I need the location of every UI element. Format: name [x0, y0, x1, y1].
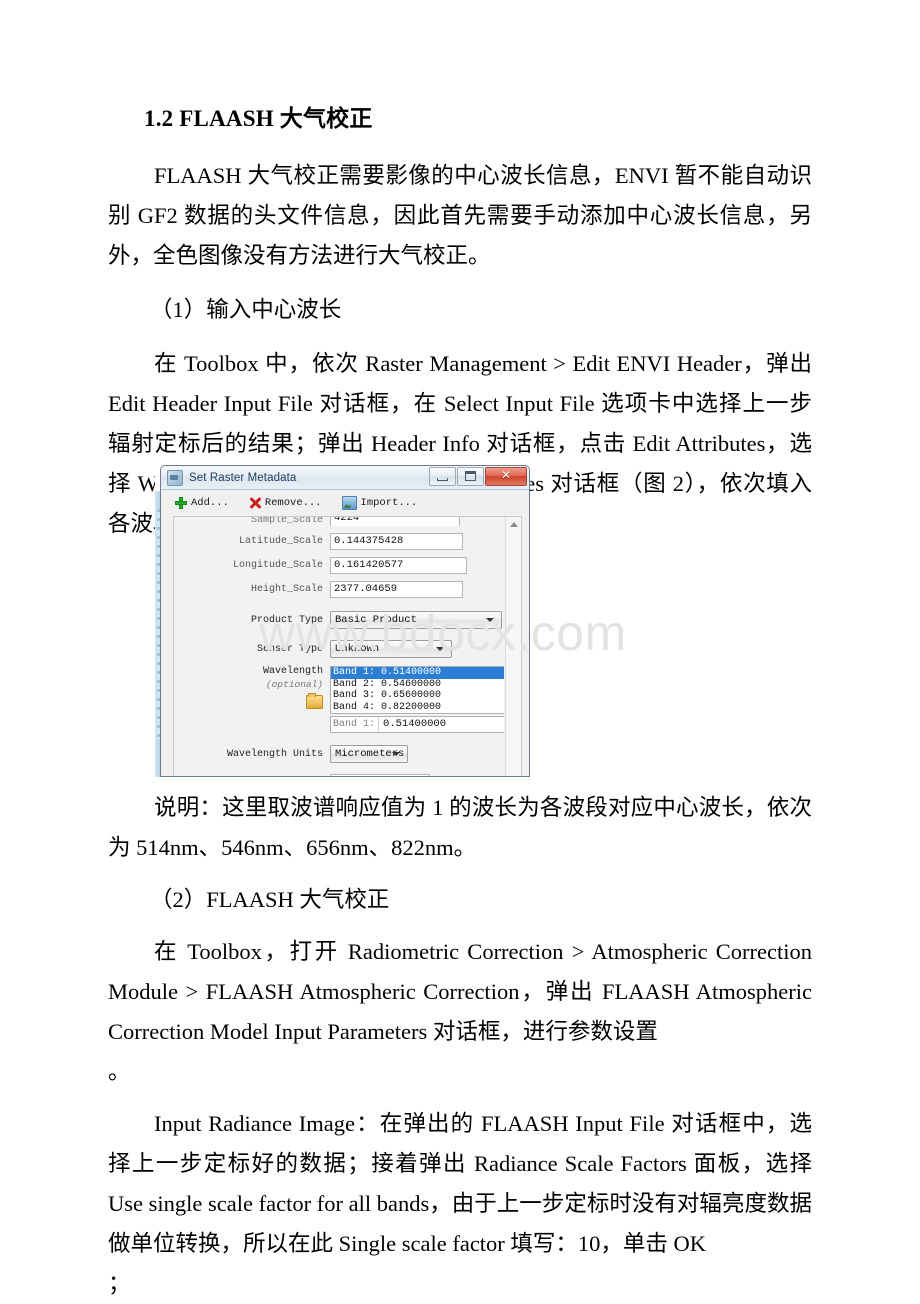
wavelength-band-label: Band 3:	[333, 690, 376, 701]
field-label-longitude-scale: Longitude_Scale	[232, 560, 323, 571]
field-wavelength: Wavelength (optional) Band 1: 0.51400000…	[174, 666, 504, 733]
minimize-icon	[437, 478, 448, 481]
field-input-latitude-scale[interactable]: 0.144375428	[330, 533, 463, 550]
step-1-title: （1）输入中心波长	[150, 297, 342, 322]
list-item[interactable]: Band 2: 0.54600000	[331, 679, 504, 691]
list-item[interactable]: Band 3: 0.65600000	[331, 690, 504, 702]
figure-set-raster-metadata: Set Raster Metadata ✕ Add... Remove... I…	[155, 465, 530, 777]
paragraph-intro: FLAASH 大气校正需要影像的中心波长信息，ENVI 暂不能自动识别 GF2 …	[108, 163, 812, 268]
minimize-button[interactable]	[429, 467, 456, 486]
wavelength-band-value: 0.65600000	[381, 690, 442, 701]
figure-canvas: Set Raster Metadata ✕ Add... Remove... I…	[155, 465, 530, 777]
import-image-icon	[341, 496, 357, 510]
field-label-sample-scale: Sample_Scale	[250, 517, 323, 526]
vertical-scrollbar[interactable]	[505, 517, 521, 776]
step-3-body: Input Radiance Image：在弹出的 FLAASH Input F…	[108, 1111, 812, 1256]
step-3-tail: ；	[108, 1271, 131, 1296]
dialog-title: Set Raster Metadata	[189, 471, 297, 484]
field-sample-scale: Sample_Scale 4224	[174, 517, 504, 526]
wavelength-band-label: Band 1:	[333, 667, 376, 678]
field-label-product-type: Product Type	[250, 614, 323, 626]
application-icon	[167, 469, 183, 486]
chevron-down-icon	[392, 752, 400, 756]
chevron-down-icon	[486, 618, 494, 622]
wavelength-value-input[interactable]: Band 1: 0.51400000	[330, 716, 504, 733]
dialog-toolbar: Add... Remove... Import...	[161, 490, 529, 516]
sensor-type-value: Unknown	[335, 643, 380, 655]
list-item[interactable]: Band 1: 0.51400000	[331, 667, 504, 679]
document-body-lower: 说明：这里取波谱响应值为 1 的波长为各波段对应中心波长，依次为 514nm、5…	[108, 788, 812, 1304]
scroll-up-button[interactable]	[506, 517, 521, 532]
chevron-down-icon	[436, 647, 444, 651]
wavelength-label-block: Wavelength (optional)	[178, 666, 330, 733]
field-label-sensor-type: Sensor Type	[256, 643, 323, 655]
chevron-up-icon	[509, 522, 518, 527]
wavelength-units-dropdown[interactable]: Micrometers	[330, 745, 408, 763]
remove-button-label: Remove...	[264, 497, 322, 509]
document-page: 1.2 FLAASH 大气校正 FLAASH 大气校正需要影像的中心波长信息，E…	[0, 0, 920, 1302]
add-button[interactable]: Add...	[175, 497, 229, 509]
plus-icon	[175, 497, 187, 509]
wavelength-list[interactable]: Band 1: 0.51400000 Band 2: 0.54600000 Ba…	[330, 666, 504, 714]
field-input-sample-scale[interactable]: 4224	[330, 517, 460, 526]
maximize-icon	[465, 471, 476, 481]
wavelength-edit-band-label: Band 1:	[333, 719, 376, 730]
x-icon	[249, 497, 261, 509]
remove-button[interactable]: Remove...	[249, 497, 322, 509]
wavelength-band-value: 0.54600000	[381, 678, 442, 690]
wavelength-label: Wavelength	[262, 666, 323, 677]
field-longitude-scale: Longitude_Scale 0.161420577	[174, 557, 504, 574]
wavelength-band-label: Band 4:	[333, 701, 376, 713]
scrollbar-track[interactable]	[506, 532, 521, 776]
page-title: 1.2 FLAASH 大气校正	[144, 106, 373, 131]
product-type-value: Basic Product	[335, 614, 417, 626]
close-button[interactable]: ✕	[485, 467, 527, 486]
metadata-form-panel: Sample_Scale 4224 Latitude_Scale 0.14437…	[173, 516, 522, 776]
field-sensor-type: Sensor Type Unknown	[174, 640, 504, 658]
dialog-titlebar[interactable]: Set Raster Metadata ✕	[161, 466, 529, 490]
field-sun-elevation: Sun Elevation 42.578800	[174, 774, 504, 776]
wavelength-band-value: 0.51400000	[381, 667, 442, 678]
sensor-type-dropdown[interactable]: Unknown	[330, 640, 452, 658]
field-input-height-scale[interactable]: 2377.04659	[330, 581, 463, 598]
field-label-latitude-scale: Latitude_Scale	[238, 536, 323, 547]
step-2-tail: 。	[108, 1059, 131, 1084]
wavelength-controls: Band 1: 0.51400000 Band 2: 0.54600000 Ba…	[330, 666, 504, 733]
field-height-scale: Height_Scale 2377.04659	[174, 581, 504, 598]
dialog-body: Add... Remove... Import... Sample_Scale …	[161, 490, 529, 776]
field-input-sun-elevation[interactable]: 42.578800	[330, 774, 430, 776]
field-label-wavelength-units: Wavelength Units	[226, 748, 323, 760]
field-input-longitude-scale[interactable]: 0.161420577	[330, 557, 467, 574]
import-button[interactable]: Import...	[341, 496, 418, 510]
set-raster-metadata-dialog: Set Raster Metadata ✕ Add... Remove... I…	[160, 465, 530, 777]
field-wavelength-units: Wavelength Units Micrometers	[174, 745, 504, 763]
metadata-form: Sample_Scale 4224 Latitude_Scale 0.14437…	[174, 517, 504, 776]
wavelength-optional-note: (optional)	[265, 679, 323, 690]
field-latitude-scale: Latitude_Scale 0.144375428	[174, 533, 504, 550]
import-button-label: Import...	[360, 497, 418, 509]
add-button-label: Add...	[191, 497, 229, 509]
field-label-height-scale: Height_Scale	[250, 584, 323, 595]
list-item[interactable]: Band 4: 0.82200000	[331, 702, 504, 714]
wavelength-band-label: Band 2:	[333, 678, 376, 690]
maximize-button[interactable]	[457, 467, 484, 486]
open-folder-icon[interactable]	[306, 693, 323, 709]
wavelength-band-value: 0.82200000	[381, 701, 442, 713]
window-controls: ✕	[428, 467, 527, 486]
step-2-title: （2）FLAASH 大气校正	[150, 887, 390, 912]
wavelength-edit-value: 0.51400000	[378, 717, 504, 732]
step-2-body: 在 Toolbox，打开 Radiometric Correction > At…	[108, 939, 812, 1044]
product-type-dropdown[interactable]: Basic Product	[330, 611, 502, 629]
paragraph-note: 说明：这里取波谱响应值为 1 的波长为各波段对应中心波长，依次为 514nm、5…	[108, 795, 812, 860]
close-icon: ✕	[500, 468, 512, 482]
field-product-type: Product Type Basic Product	[174, 611, 504, 629]
